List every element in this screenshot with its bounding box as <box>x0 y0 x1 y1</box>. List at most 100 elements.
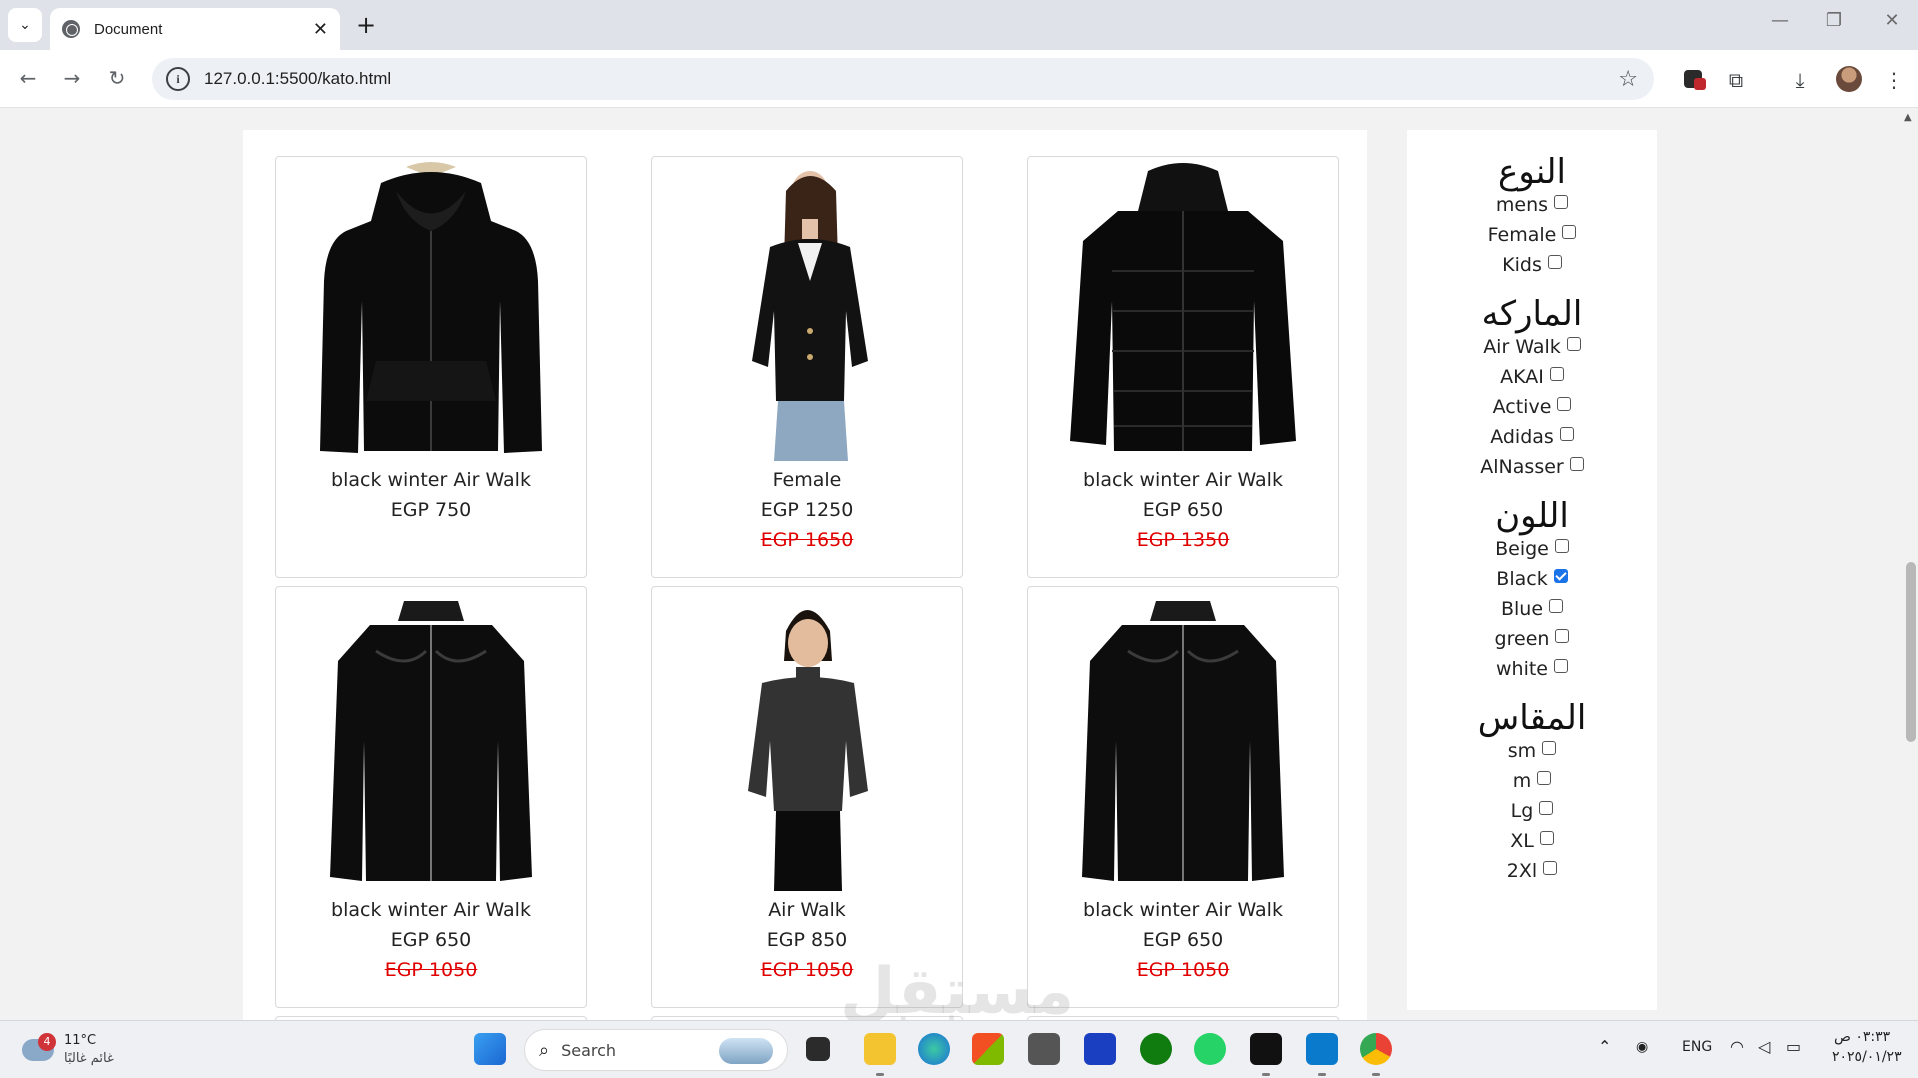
filter-option-adidas[interactable]: Adidas <box>1407 426 1657 448</box>
filter-option-akai[interactable]: AKAI <box>1407 366 1657 388</box>
tab-search-button[interactable]: ⌄ <box>8 8 42 42</box>
wifi-icon[interactable]: ◠ <box>1730 1037 1744 1056</box>
search-label: Search <box>561 1040 617 1060</box>
new-tab-button[interactable]: + <box>352 11 380 39</box>
filter-option-beige[interactable]: Beige <box>1407 538 1657 560</box>
network-status-icon[interactable]: ◉ <box>1636 1039 1648 1055</box>
weather-widget[interactable]: 4 11°C غائم غالبًا <box>20 1029 150 1071</box>
checkbox[interactable] <box>1554 195 1569 209</box>
minimize-button[interactable]: — <box>1760 10 1800 31</box>
filter-option-air-walk[interactable]: Air Walk <box>1407 336 1657 358</box>
browser-toolbar: ← → ↻ i 127.0.0.1:5500/kato.html ☆ ⧉ ⤓ ⋮ <box>0 50 1918 108</box>
address-bar[interactable]: i 127.0.0.1:5500/kato.html ☆ <box>152 58 1654 100</box>
search-icon: ⌕ <box>539 1039 550 1061</box>
filter-option-black[interactable]: Black <box>1407 568 1657 590</box>
product-price: EGP 750 <box>390 499 472 521</box>
product-card[interactable]: Air Walk EGP 850 EGP 1050 <box>651 586 963 1008</box>
checkbox-checked[interactable] <box>1553 569 1568 583</box>
filter-option-female[interactable]: Female <box>1407 224 1657 246</box>
filter-option-alnasser[interactable]: AlNasser <box>1407 456 1657 478</box>
checkbox[interactable] <box>1549 599 1564 613</box>
checkbox[interactable] <box>1539 831 1554 845</box>
checkbox[interactable] <box>1554 659 1568 673</box>
globe-icon <box>62 20 80 38</box>
checkbox[interactable] <box>1543 861 1558 875</box>
site-info-icon[interactable]: i <box>166 67 190 91</box>
forward-arrow-icon[interactable]: → <box>56 62 88 94</box>
extension-icon[interactable] <box>1682 66 1708 92</box>
filter-option-2xl[interactable]: 2Xl <box>1407 860 1657 882</box>
running-indicator <box>1318 1073 1326 1076</box>
battery-icon[interactable]: ▭ <box>1786 1037 1801 1056</box>
checkbox[interactable] <box>1559 427 1574 441</box>
reload-icon[interactable]: ↻ <box>101 62 133 94</box>
product-price: EGP 650 <box>1142 929 1224 951</box>
checkbox[interactable] <box>1566 337 1581 351</box>
microsoft-store-icon[interactable] <box>972 1033 1004 1065</box>
product-card[interactable]: black winter Air Walk EGP 650 EGP 1050 <box>275 586 587 1008</box>
checkbox[interactable] <box>1557 397 1572 411</box>
show-hidden-icons-chevron-icon[interactable]: ⌃ <box>1598 1037 1611 1056</box>
clock-time[interactable]: ٠٣:٣٣ ص <box>1834 1029 1890 1045</box>
checkbox[interactable] <box>1547 255 1562 269</box>
bookmark-star-icon[interactable]: ☆ <box>1618 67 1638 92</box>
language-indicator[interactable]: ENG <box>1682 1039 1712 1055</box>
task-view-icon[interactable] <box>806 1037 830 1061</box>
app-m-icon[interactable] <box>1084 1033 1116 1065</box>
taskbar-search[interactable]: ⌕ Search <box>524 1029 788 1071</box>
file-explorer-icon[interactable] <box>864 1033 896 1065</box>
running-indicator <box>1262 1073 1270 1076</box>
windows-start-icon[interactable] <box>474 1033 506 1065</box>
checkbox[interactable] <box>1549 367 1564 381</box>
edge-browser-icon[interactable] <box>918 1033 950 1065</box>
volume-icon[interactable]: ◁ <box>1758 1037 1770 1056</box>
app-cube-icon[interactable] <box>1028 1033 1060 1065</box>
filter-sidebar: النوع mens Female Kids الماركه Air Walk … <box>1407 130 1657 1010</box>
filter-option-kids[interactable]: Kids <box>1407 254 1657 276</box>
checkbox[interactable] <box>1539 801 1554 815</box>
download-icon[interactable]: ⤓ <box>1786 66 1814 94</box>
whatsapp-icon[interactable] <box>1194 1033 1226 1065</box>
filter-option-m[interactable]: m <box>1407 770 1657 792</box>
product-old-price: EGP 1050 <box>384 959 478 981</box>
xbox-icon[interactable] <box>1140 1033 1172 1065</box>
filter-option-mens[interactable]: mens <box>1407 194 1657 216</box>
url-text[interactable]: 127.0.0.1:5500/kato.html <box>204 69 1618 89</box>
products-panel: black winter Air Walk EGP 750 Female EGP… <box>243 130 1367 1020</box>
product-name: Air Walk <box>768 899 846 921</box>
clock-date[interactable]: ٢٠٢٥/٠١/٢٣ <box>1832 1049 1902 1065</box>
scrollbar-thumb[interactable] <box>1906 562 1916 742</box>
back-arrow-icon[interactable]: ← <box>12 62 44 94</box>
menu-kebab-icon[interactable]: ⋮ <box>1880 66 1908 94</box>
scroll-up-arrow-icon[interactable]: ▲ <box>1904 112 1912 123</box>
checkbox[interactable] <box>1569 457 1584 471</box>
tradingview-icon[interactable] <box>1250 1033 1282 1065</box>
filter-option-white[interactable]: white <box>1407 658 1657 680</box>
filter-option-active[interactable]: Active <box>1407 396 1657 418</box>
product-card[interactable]: Female EGP 1250 EGP 1650 <box>651 156 963 578</box>
product-card[interactable]: black winter Air Walk EGP 650 EGP 1050 <box>1027 586 1339 1008</box>
product-card[interactable]: black winter Air Walk EGP 750 <box>275 156 587 578</box>
checkbox[interactable] <box>1537 771 1552 785</box>
weather-condition: غائم غالبًا <box>64 1051 114 1066</box>
filter-option-green[interactable]: green <box>1407 628 1657 650</box>
restore-button[interactable]: ❐ <box>1814 10 1854 31</box>
close-window-button[interactable]: ✕ <box>1872 10 1912 31</box>
product-old-price: EGP 1650 <box>760 529 854 551</box>
extensions-puzzle-icon[interactable]: ⧉ <box>1722 66 1750 94</box>
vscode-icon[interactable] <box>1306 1033 1338 1065</box>
leather-jacket-image <box>330 601 532 881</box>
checkbox[interactable] <box>1542 741 1557 755</box>
chrome-icon[interactable] <box>1360 1033 1392 1065</box>
close-icon[interactable]: ✕ <box>313 19 328 40</box>
filter-option-blue[interactable]: Blue <box>1407 598 1657 620</box>
browser-tab[interactable]: Document ✕ <box>50 8 340 50</box>
filter-option-xl[interactable]: XL <box>1407 830 1657 852</box>
filter-option-sm[interactable]: sm <box>1407 740 1657 762</box>
checkbox[interactable] <box>1562 225 1577 239</box>
profile-avatar[interactable] <box>1836 66 1862 92</box>
checkbox[interactable] <box>1555 629 1570 643</box>
checkbox[interactable] <box>1554 539 1569 553</box>
filter-option-lg[interactable]: Lg <box>1407 800 1657 822</box>
product-card[interactable]: black winter Air Walk EGP 650 EGP 1350 <box>1027 156 1339 578</box>
